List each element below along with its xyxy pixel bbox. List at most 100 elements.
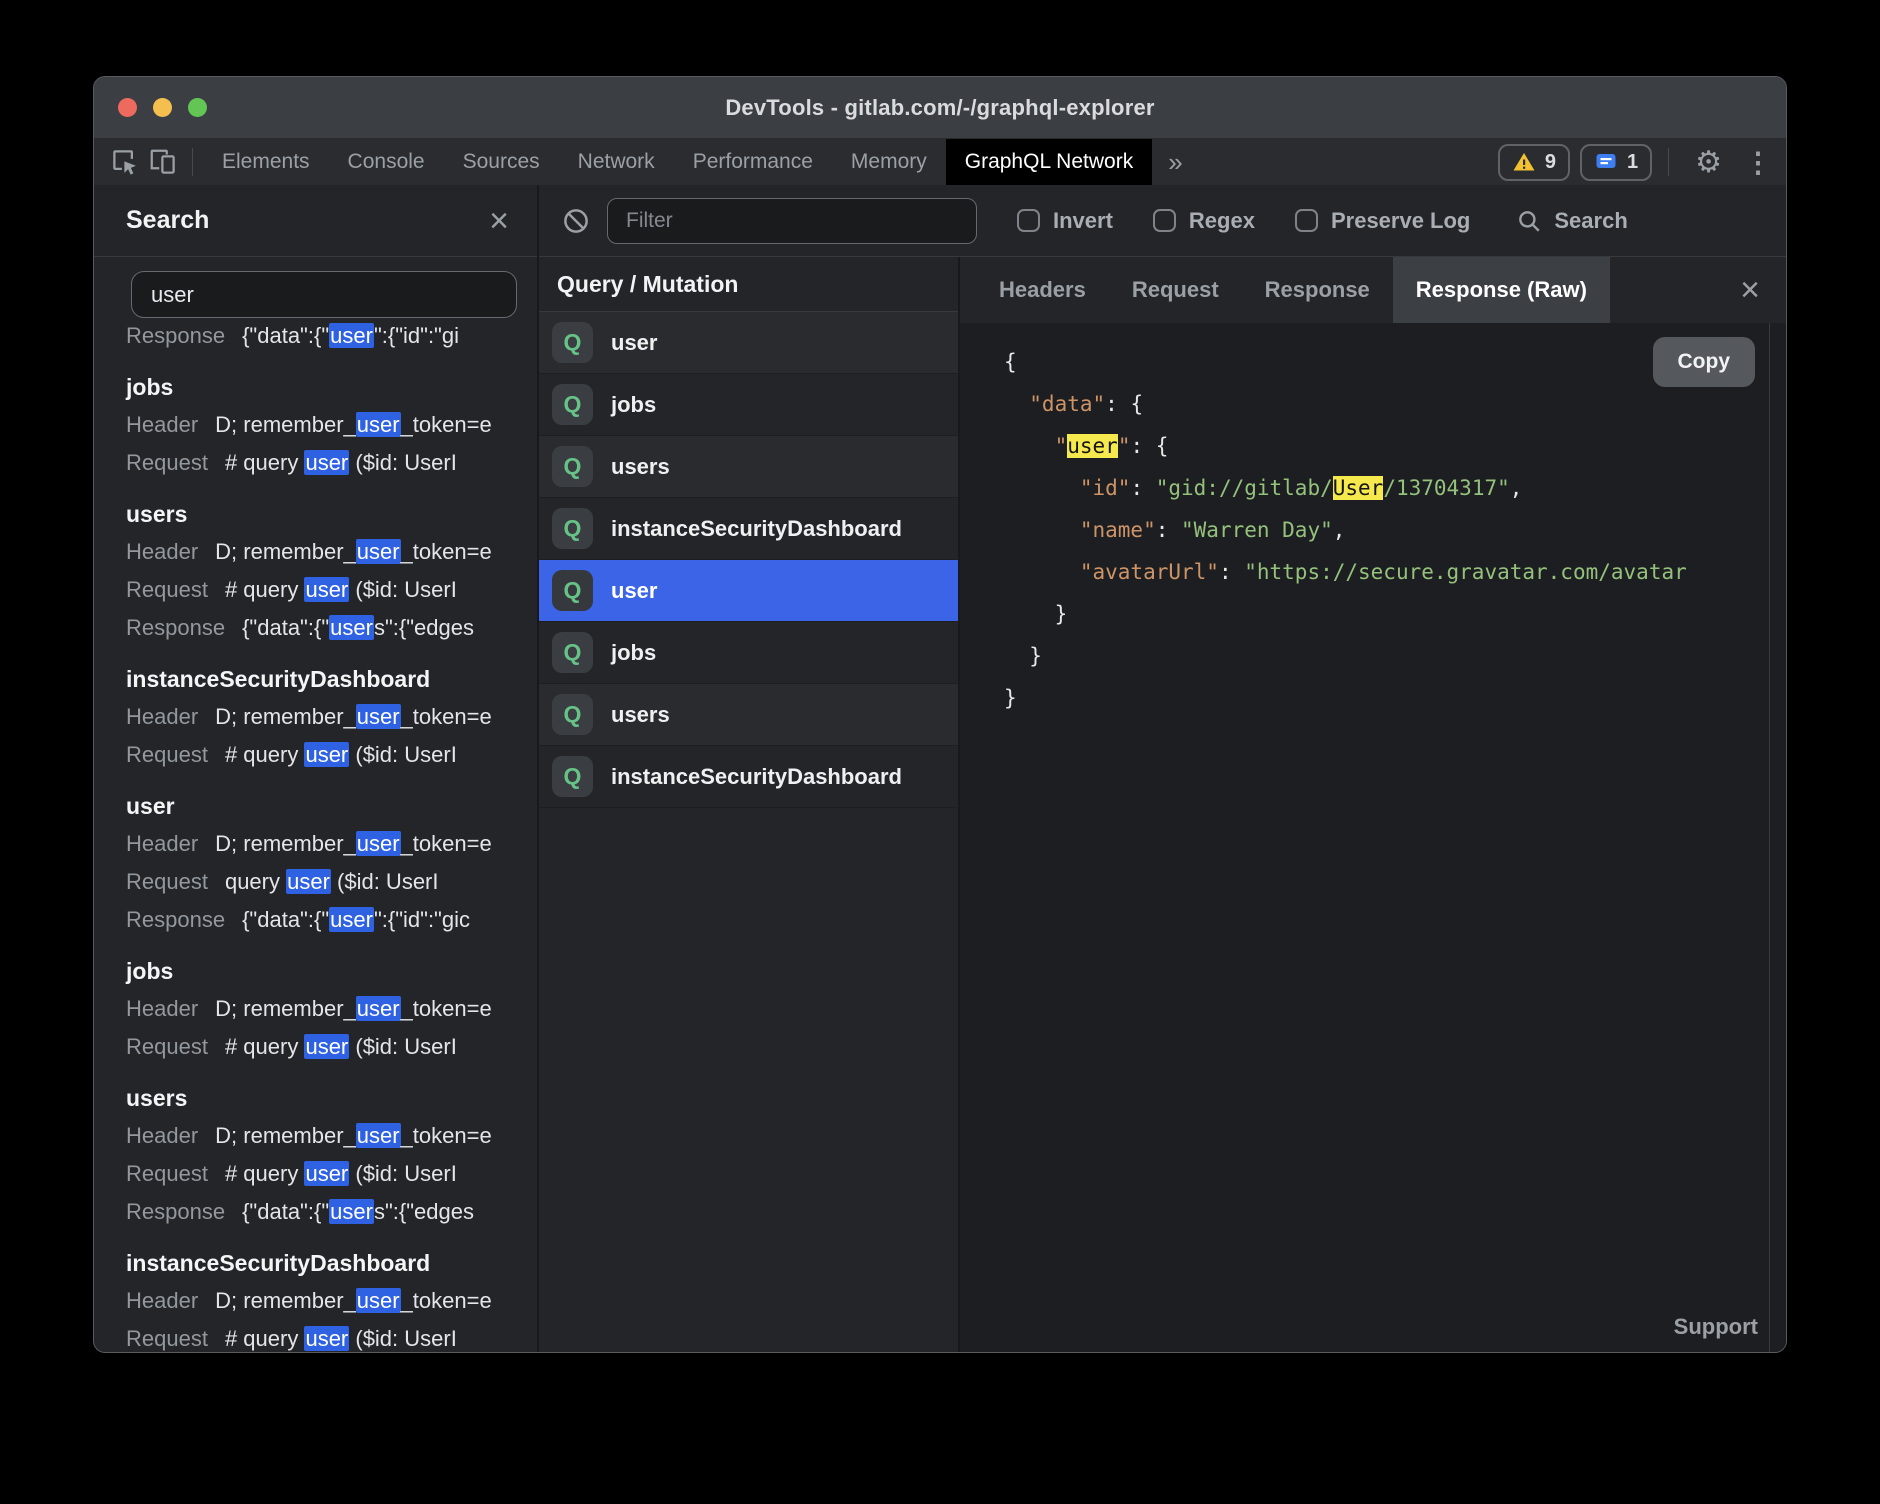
copy-button[interactable]: Copy (1653, 337, 1756, 387)
result-row-text: _token=e (401, 996, 492, 1021)
window-title: DevTools - gitlab.com/-/graphql-explorer (725, 95, 1154, 121)
detail-tab-response-raw[interactable]: Response (Raw) (1393, 257, 1610, 323)
query-list-item-instancesecuritydashboard[interactable]: QinstanceSecurityDashboard (539, 746, 958, 808)
tab-graphql-network[interactable]: GraphQL Network (946, 139, 1152, 185)
search-result-row[interactable]: HeaderD; remember_user_token=e (126, 698, 537, 736)
result-row-text: query (225, 869, 286, 894)
result-row-label: Request (126, 1161, 208, 1186)
result-row-text: {"data":{" (242, 615, 329, 640)
result-row-text: # query (225, 742, 305, 767)
tab-memory[interactable]: Memory (832, 139, 946, 185)
tab-sources[interactable]: Sources (444, 139, 559, 185)
query-list-item-user[interactable]: Quser (539, 560, 958, 622)
response-scrollbar[interactable] (1769, 323, 1770, 1352)
search-result-row[interactable]: Request# query user ($id: UserI (126, 1320, 537, 1352)
checkbox-invert[interactable]: Invert (1017, 208, 1113, 234)
search-result-row[interactable]: Request# query user ($id: UserI (126, 1028, 537, 1066)
search-result-row[interactable]: HeaderD; remember_user_token=e (126, 1117, 537, 1155)
tab-console[interactable]: Console (329, 139, 444, 185)
query-list-item-user[interactable]: Quser (539, 312, 958, 374)
search-match-highlight: user (356, 539, 401, 564)
search-result-row[interactable]: Request# query user ($id: UserI (126, 736, 537, 774)
search-match-highlight: user (356, 412, 401, 437)
search-result-row[interactable]: Request# query user ($id: UserI (126, 1155, 537, 1193)
result-row-text: _token=e (401, 831, 492, 856)
tab-elements[interactable]: Elements (203, 139, 329, 185)
query-list-item-jobs[interactable]: Qjobs (539, 374, 958, 436)
checkbox-box-regex[interactable] (1153, 209, 1176, 232)
search-icon (1516, 208, 1542, 234)
filter-input[interactable] (607, 198, 977, 244)
search-result-row[interactable]: HeaderD; remember_user_token=e (126, 1282, 537, 1320)
warnings-badge[interactable]: 9 (1498, 144, 1570, 181)
json-line: "data": { (1004, 383, 1786, 425)
detail-close-button[interactable]: × (1714, 257, 1786, 323)
search-result-row[interactable]: Response{"data":{"user":{"id":"gic (126, 901, 537, 939)
search-result-row[interactable]: Request# query user ($id: UserI (126, 444, 537, 482)
json-line: "id": "gid://gitlab/User/13704317", (1004, 467, 1786, 509)
checkbox-box-invert[interactable] (1017, 209, 1040, 232)
search-result-row[interactable]: Requestquery user ($id: UserI (126, 863, 537, 901)
detail-panel: HeadersRequestResponseResponse (Raw) × C… (960, 257, 1786, 1352)
json-key: "name" (1004, 518, 1156, 542)
search-panel-title: Search (126, 206, 489, 235)
network-toolbar: Invert Regex Preserve Log Search (539, 185, 1786, 257)
detail-tab-response[interactable]: Response (1242, 257, 1393, 323)
checkbox-box-preserve-log[interactable] (1295, 209, 1318, 232)
result-row-text: D; remember_ (215, 1288, 356, 1313)
traffic-lights (118, 77, 207, 138)
toolbar-search-label: Search (1554, 208, 1627, 234)
result-row-text: s":{"edges (374, 1199, 474, 1224)
more-tabs-button[interactable]: » (1152, 139, 1198, 185)
result-row-text: _token=e (401, 704, 492, 729)
clear-log-icon[interactable] (561, 206, 591, 236)
json-key: "id" (1004, 476, 1130, 500)
search-result-row[interactable]: HeaderD; remember_user_token=e (126, 990, 537, 1028)
query-list-item-jobs[interactable]: Qjobs (539, 622, 958, 684)
search-match-highlight: user (304, 1326, 349, 1351)
search-match-highlight: user (356, 1288, 401, 1313)
search-result-row[interactable]: Response{"data":{"users":{"edges (126, 609, 537, 647)
checkbox-regex[interactable]: Regex (1153, 208, 1255, 234)
search-result-row[interactable]: HeaderD; remember_user_token=e (126, 825, 537, 863)
search-panel-close-icon[interactable]: × (489, 204, 509, 238)
search-result-row[interactable]: HeaderD; remember_user_token=e (126, 406, 537, 444)
result-row-text: {"data":{" (242, 323, 329, 348)
device-toolbar-icon[interactable] (144, 139, 182, 185)
search-result-row[interactable]: Request# query user ($id: UserI (126, 571, 537, 609)
result-section-title: instanceSecurityDashboard (126, 660, 537, 698)
result-row-text: _token=e (401, 539, 492, 564)
result-section-title: jobs (126, 368, 537, 406)
result-row-text: {"data":{" (242, 1199, 329, 1224)
search-result-row[interactable]: Response{"data":{"user":{"id":"gi (126, 318, 537, 355)
issues-badge[interactable]: 1 (1580, 144, 1652, 181)
json-punctuation: { (1004, 350, 1017, 374)
result-section-title: instanceSecurityDashboard (126, 1244, 537, 1282)
tab-performance[interactable]: Performance (674, 139, 832, 185)
main-tabbar-tabs: ElementsConsoleSourcesNetworkPerformance… (203, 139, 1152, 185)
query-list-item-instancesecuritydashboard[interactable]: QinstanceSecurityDashboard (539, 498, 958, 560)
toolbar-search[interactable]: Search (1516, 208, 1627, 234)
support-link[interactable]: Support (1674, 1314, 1758, 1340)
checkbox-preserve-log[interactable]: Preserve Log (1295, 208, 1470, 234)
kebab-menu-icon[interactable]: ⋮ (1738, 139, 1786, 185)
inspect-element-icon[interactable] (106, 139, 144, 185)
tab-network[interactable]: Network (559, 139, 674, 185)
search-input[interactable] (131, 271, 517, 318)
settings-gear-icon[interactable]: ⚙ (1679, 139, 1738, 185)
query-list-item-users[interactable]: Qusers (539, 436, 958, 498)
devtools-window: DevTools - gitlab.com/-/graphql-explorer… (93, 76, 1787, 1353)
result-row-label: Response (126, 1199, 225, 1224)
zoom-window-button[interactable] (188, 98, 207, 117)
detail-tab-request[interactable]: Request (1109, 257, 1242, 323)
minimize-window-button[interactable] (153, 98, 172, 117)
close-window-button[interactable] (118, 98, 137, 117)
result-row-label: Request (126, 869, 208, 894)
search-result-row[interactable]: Response{"data":{"users":{"edges (126, 1193, 537, 1231)
search-match-highlight: user (329, 907, 374, 932)
tabbar-spacer (1199, 139, 1488, 185)
detail-tab-headers[interactable]: Headers (976, 257, 1109, 323)
query-list-item-users[interactable]: Qusers (539, 684, 958, 746)
query-mutation-header: Query / Mutation (539, 257, 958, 312)
search-result-row[interactable]: HeaderD; remember_user_token=e (126, 533, 537, 571)
